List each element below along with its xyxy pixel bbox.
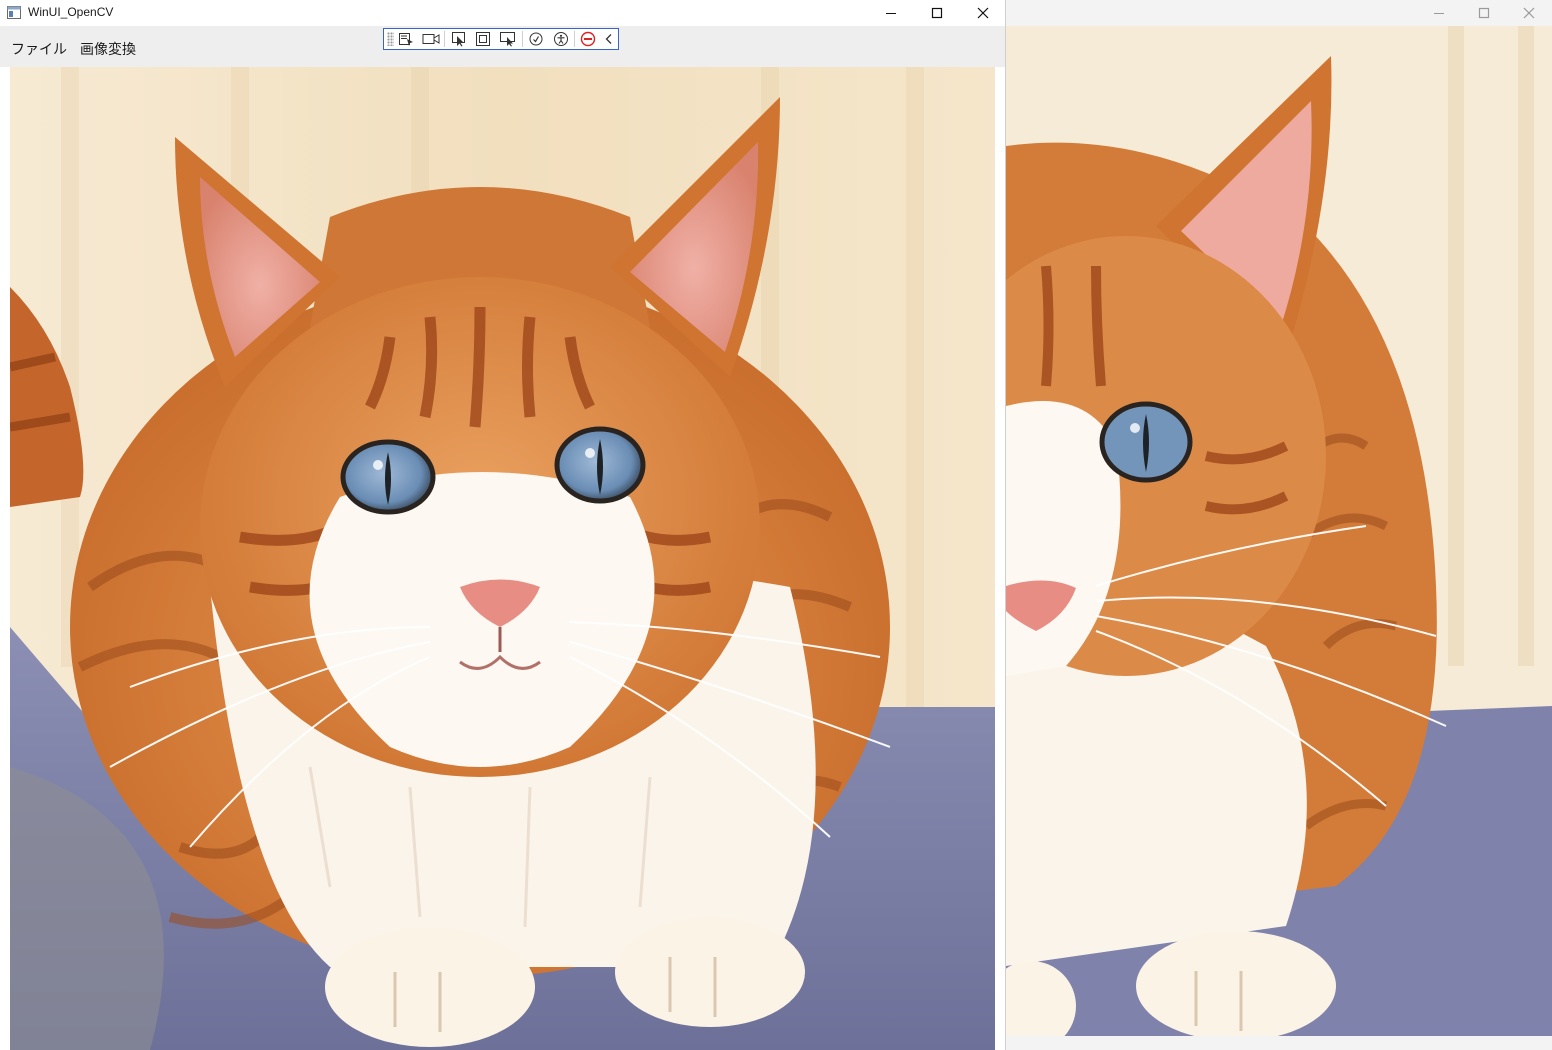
maximize-icon <box>931 7 943 19</box>
maximize-button[interactable] <box>914 0 960 26</box>
record-button[interactable] <box>418 29 443 49</box>
select-element-button[interactable] <box>394 29 419 49</box>
result-close-button[interactable] <box>1506 0 1552 26</box>
result-title-bar[interactable] <box>1006 0 1552 26</box>
layout-bounds-button[interactable] <box>471 29 496 49</box>
result-minimize-button[interactable] <box>1416 0 1462 26</box>
collapse-toolbar-button[interactable] <box>601 29 618 49</box>
close-icon <box>1523 7 1535 19</box>
maximize-icon <box>1478 7 1490 19</box>
collapse-chevron-icon <box>605 34 612 44</box>
stop-button[interactable] <box>576 29 601 49</box>
record-icon <box>422 34 440 44</box>
select-element-icon <box>399 33 414 46</box>
close-icon <box>977 7 989 19</box>
menu-file[interactable]: ファイル <box>11 39 67 59</box>
main-window: WinUI_OpenCV ファイル 画像変換 <box>0 0 1006 1050</box>
result-maximize-button[interactable] <box>1461 0 1507 26</box>
toolbar-separator <box>574 31 575 47</box>
pointer-select-button[interactable] <box>446 29 471 49</box>
cat-photo-processed <box>1006 26 1552 1036</box>
close-button[interactable] <box>960 0 1005 26</box>
toolbar-separator <box>521 31 523 47</box>
toolbar-grip[interactable] <box>387 32 394 46</box>
original-image <box>10 67 995 1050</box>
result-window <box>1006 0 1552 1050</box>
accessibility-button[interactable] <box>548 29 573 49</box>
track-focus-icon <box>500 32 516 47</box>
hot-reload-button[interactable] <box>523 29 548 49</box>
app-icon <box>7 6 21 19</box>
minimize-button[interactable] <box>868 0 914 26</box>
pointer-select-icon <box>451 32 465 47</box>
stop-icon <box>581 31 596 47</box>
accessibility-icon <box>553 32 568 46</box>
debug-toolbar <box>383 28 619 50</box>
minimize-icon <box>886 13 896 14</box>
menu-image-transform[interactable]: 画像変換 <box>80 39 136 59</box>
minimize-icon <box>1434 13 1444 14</box>
track-focus-button[interactable] <box>496 29 521 49</box>
window-title: WinUI_OpenCV <box>28 5 114 19</box>
layout-bounds-icon <box>476 32 491 46</box>
hot-reload-icon <box>529 32 543 46</box>
toolbar-separator <box>444 31 446 47</box>
title-bar[interactable]: WinUI_OpenCV <box>0 0 1005 26</box>
processed-image <box>1006 26 1552 1036</box>
cat-photo-original <box>10 67 995 1050</box>
